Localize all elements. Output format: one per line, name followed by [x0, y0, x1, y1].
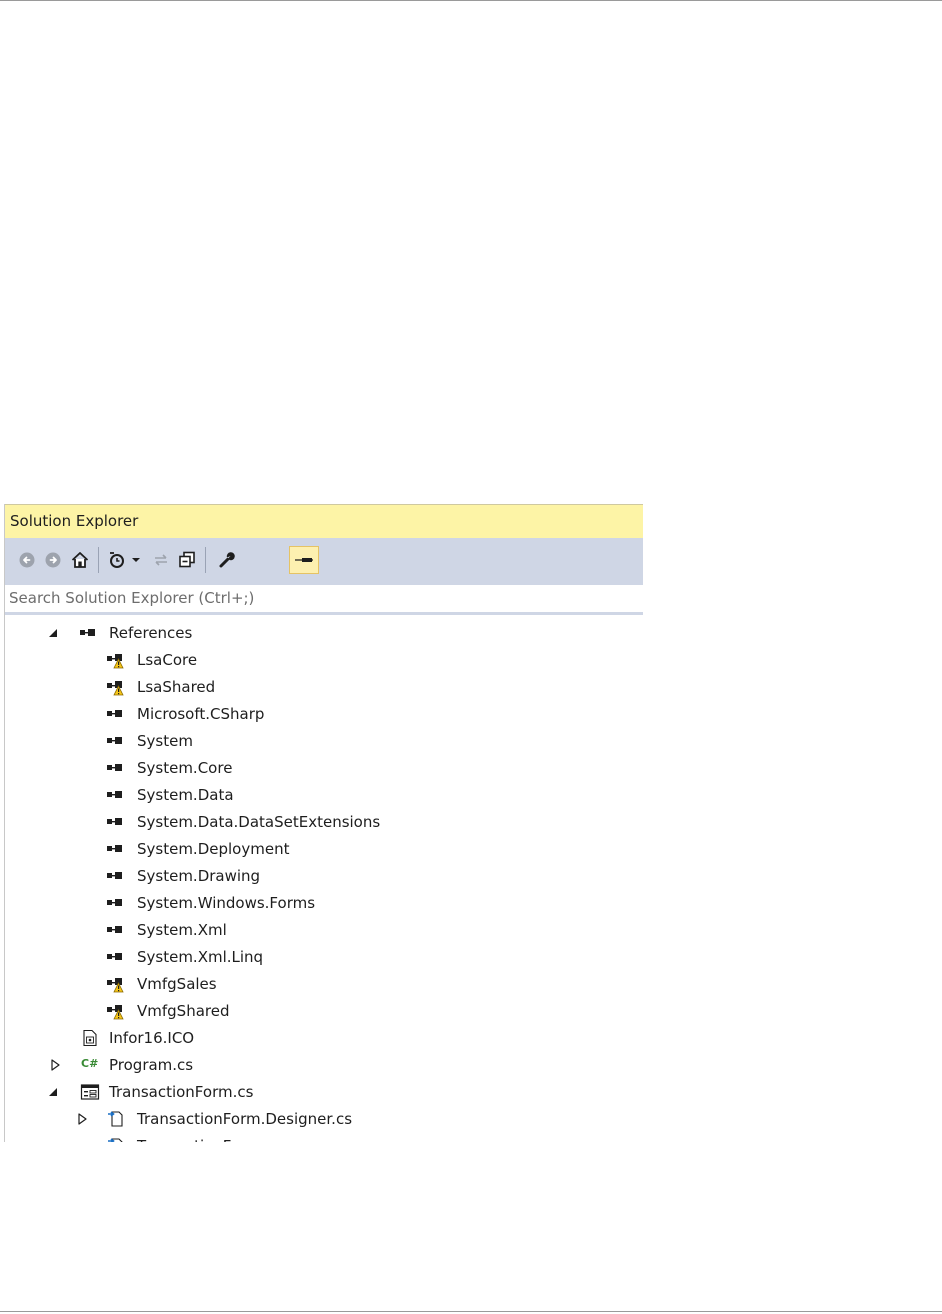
reference-label: System.Deployment: [137, 840, 290, 858]
reference-label: System.Xml: [137, 921, 227, 939]
reference-label: LsaShared: [137, 678, 216, 696]
file-label: Infor16.ICO: [109, 1029, 195, 1047]
panel-title: Solution Explorer: [10, 512, 139, 530]
pending-changes-dropdown[interactable]: [129, 546, 143, 574]
reference-label: LsaCore: [137, 651, 198, 669]
search-input[interactable]: [9, 587, 629, 609]
forward-button[interactable]: [39, 546, 67, 574]
pending-changes-filter-icon: [110, 552, 124, 568]
back-button[interactable]: [13, 546, 41, 574]
dependent-file-icon: [106, 1136, 128, 1142]
csharp-file-icon: C#: [81, 1057, 99, 1070]
reference-icon: [106, 840, 128, 858]
file-label: TransactionForm.cs: [109, 1083, 254, 1101]
home-icon: [71, 552, 89, 568]
collapse-all-button[interactable]: [173, 546, 201, 574]
icon-file-icon: [81, 1029, 103, 1047]
back-arrow-icon: [19, 552, 35, 568]
solution-explorer-panel: Solution Explorer Search Solution Explor…: [4, 504, 643, 1142]
dependent-file-icon: [106, 1109, 128, 1127]
reference-label: System.Data: [137, 786, 234, 804]
reference-icon: [106, 759, 128, 777]
home-button[interactable]: [66, 546, 94, 574]
reference-warning-icon: [106, 651, 128, 669]
search-box: [5, 584, 643, 613]
toolbar-separator: [98, 547, 99, 573]
sync-icon: [155, 554, 167, 566]
reference-label: VmfgShared: [137, 1002, 230, 1020]
reference-icon: [106, 867, 128, 885]
sync-with-active-document-button[interactable]: [147, 546, 175, 574]
properties-button[interactable]: [213, 546, 241, 574]
collapse-all-icon: [179, 551, 195, 568]
pending-changes-filter-button[interactable]: [104, 546, 132, 574]
reference-warning-icon: [106, 1002, 128, 1020]
reference-label: System.Data.DataSetExtensions: [137, 813, 381, 831]
reference-icon: [106, 732, 128, 750]
file-label: Program.cs: [109, 1056, 194, 1074]
reference-label: System.Xml.Linq: [137, 948, 264, 966]
reference-icon: [106, 705, 128, 723]
properties-wrench-icon: [219, 552, 235, 568]
collapsed-arrow-icon[interactable]: [49, 1059, 61, 1071]
form-file-icon: [80, 1083, 102, 1101]
toolbar-separator: [205, 547, 206, 573]
reference-icon: [106, 921, 128, 939]
bottom-border: [0, 1311, 942, 1312]
reference-icon: [106, 894, 128, 912]
chevron-down-icon: [132, 558, 140, 562]
reference-label: System: [137, 732, 193, 750]
reference-icon: [106, 813, 128, 831]
references-icon: [79, 624, 101, 642]
reference-icon: [106, 948, 128, 966]
reference-label: System.Windows.Forms: [137, 894, 316, 912]
reference-label: Microsoft.CSharp: [137, 705, 265, 723]
preview-selected-items-button[interactable]: [289, 546, 319, 574]
reference-warning-icon: [106, 975, 128, 993]
preview-selected-items-icon: [295, 558, 313, 562]
forward-arrow-icon: [45, 552, 61, 568]
reference-warning-icon: [106, 678, 128, 696]
file-label: TransactionForm.Designer.cs: [137, 1110, 353, 1128]
solution-explorer-toolbar: [5, 538, 643, 584]
search-underline: [5, 613, 643, 615]
top-border: [0, 0, 942, 1]
expanded-arrow-icon[interactable]: [47, 627, 59, 639]
panel-title-bar[interactable]: Solution Explorer: [5, 504, 643, 538]
reference-label: System.Drawing: [137, 867, 261, 885]
expanded-arrow-icon[interactable]: [47, 1086, 59, 1098]
collapsed-arrow-icon[interactable]: [76, 1113, 88, 1125]
reference-label: System.Core: [137, 759, 233, 777]
tree-node-label: References: [109, 624, 193, 642]
reference-icon: [106, 786, 128, 804]
reference-label: VmfgSales: [137, 975, 217, 993]
file-label: TransactionForm.resx: [137, 1133, 297, 1142]
